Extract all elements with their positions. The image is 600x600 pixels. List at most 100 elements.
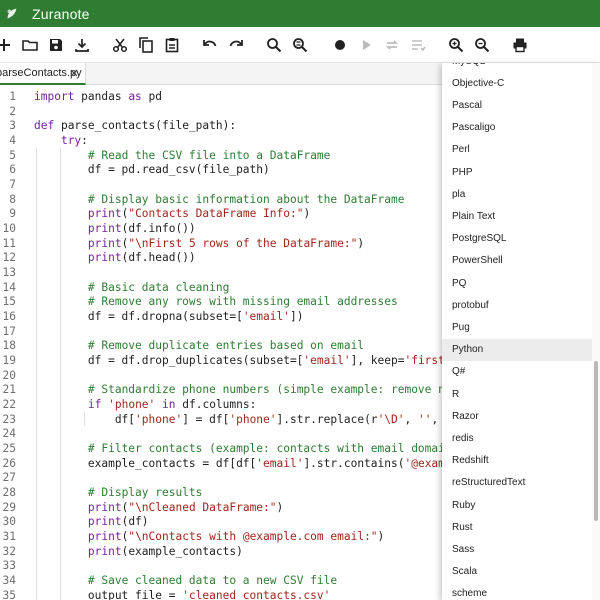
language-option[interactable]: Q# [442,361,592,383]
line-number: 17 [2,324,16,338]
code-text: print("\nCleaned DataFrame:") [34,500,283,515]
line-number: 10 [2,222,16,236]
language-option[interactable]: reStructuredText [442,472,592,494]
code-text: print("\nFirst 5 rows of the DataFrame:"… [34,236,364,251]
save-icon[interactable] [46,35,66,55]
language-dropdown[interactable]: scheme Scala Sass Rust Ruby reStructuredText R… [442,63,600,600]
zoom-out-icon[interactable] [472,35,492,55]
line-number: 30 [2,515,16,529]
zoom-in-icon[interactable] [446,35,466,55]
code-token: ) [303,207,311,221]
code-token: "\nFirst 5 rows of the DataFrame:" [128,236,358,250]
line-number: 23 [2,412,16,426]
language-option[interactable]: Python [442,338,592,361]
code-token: "\nCleaned DataFrame:" [128,500,277,514]
code-text: # Remove any rows with missing email add… [34,294,398,309]
code-token: pd [141,90,163,103]
language-option[interactable]: Sass [442,538,592,560]
language-option[interactable]: scheme [442,583,592,600]
line-number: 11 [2,236,16,250]
code-token: '' [418,412,432,426]
line-number: 24 [2,427,16,441]
language-option[interactable]: R [442,383,592,405]
language-option[interactable]: Razor [442,405,592,427]
language-option[interactable]: PQ [442,272,592,294]
language-option[interactable]: Redshift [442,450,592,472]
code-text: print(example_contacts) [34,544,243,559]
code-text: print(df.head()) [34,250,196,265]
open-folder-icon[interactable] [20,35,40,55]
code-token: # Standardize phone numbers (simple exam… [87,383,486,397]
dropdown-scrollbar-thumb[interactable] [594,361,598,521]
code-token: 'phone' [229,412,277,426]
language-option[interactable]: Ruby [442,494,592,516]
language-option[interactable]: Plain Text [442,205,592,227]
cut-icon[interactable] [110,35,130,55]
code-token: 'email' [256,456,304,470]
title-bar: Zuranote [0,0,600,27]
code-token: 'email' [242,310,290,324]
code-text: df = pd.read_csv(file_path) [34,162,270,177]
code-text: # Filter contacts (example: contacts wit… [34,441,485,456]
language-option[interactable]: Perl [442,139,592,161]
language-option[interactable]: Pug [442,316,592,338]
language-option[interactable]: Pascaligo [442,117,592,139]
code-token: in [162,398,176,412]
copy-icon[interactable] [136,35,156,55]
language-option[interactable]: PHP [442,161,592,183]
code-token: as [128,90,142,103]
line-number: 3 [9,119,16,133]
new-file-icon[interactable] [0,35,14,55]
print-icon[interactable] [510,35,530,55]
redo-icon[interactable] [226,35,246,55]
language-option[interactable]: Objective-C [442,72,592,94]
line-number: 22 [2,398,16,412]
code-token: '\D' [377,412,405,426]
paste-icon[interactable] [162,35,182,55]
code-token: import [34,90,75,103]
code-token: # Display results [87,486,203,500]
line-number: 14 [2,280,16,294]
code-text: output_file = 'cleaned_contacts.csv' [34,588,331,600]
line-number: 9 [9,207,16,221]
language-option[interactable]: MySQL [442,63,592,72]
code-text: # Basic data cleaning [34,280,229,295]
language-option[interactable]: pla [442,183,592,205]
language-option[interactable]: PowerShell [442,250,592,272]
download-icon[interactable] [72,35,92,55]
line-number: 15 [2,295,16,309]
line-number: 12 [2,251,16,265]
language-option[interactable]: redis [442,427,592,449]
list-format-icon[interactable] [408,35,428,55]
line-number: 5 [9,148,16,162]
record-icon[interactable] [330,35,350,55]
undo-icon[interactable] [200,35,220,55]
code-text: # Display basic information about the Da… [34,192,405,207]
line-number: 28 [2,486,16,500]
language-option[interactable]: protobuf [442,294,592,316]
language-option[interactable]: Pascal [442,94,592,116]
code-token: ].str.contains( [303,456,405,470]
code-token: : [81,134,88,147]
language-option[interactable]: Scala [442,561,592,583]
close-icon[interactable] [68,67,80,79]
line-number: 32 [2,544,16,558]
code-token: df = df.dropna(subset=[ [34,310,243,324]
indent-guide [36,147,37,600]
line-number: 13 [2,266,16,280]
code-token: # Remove duplicate entries based on emai… [87,339,365,353]
code-text: # Read the CSV file into a DataFrame [34,148,330,163]
search-icon[interactable] [264,35,284,55]
code-token: # Basic data cleaning [87,280,230,294]
line-number: 29 [2,500,16,514]
language-option[interactable]: Rust [442,516,592,538]
code-text: df = df.drop_duplicates(subset=['email']… [34,353,459,368]
tab-parse-contacts[interactable]: parseContacts.py [0,63,86,85]
code-token: if [87,398,102,412]
indent-guide [60,147,61,600]
dropdown-scrollbar[interactable] [592,63,600,600]
search-replace-icon[interactable] [290,35,310,55]
repeat-icon[interactable] [382,35,402,55]
play-icon[interactable] [356,35,376,55]
language-option[interactable]: PostgreSQL [442,228,592,250]
